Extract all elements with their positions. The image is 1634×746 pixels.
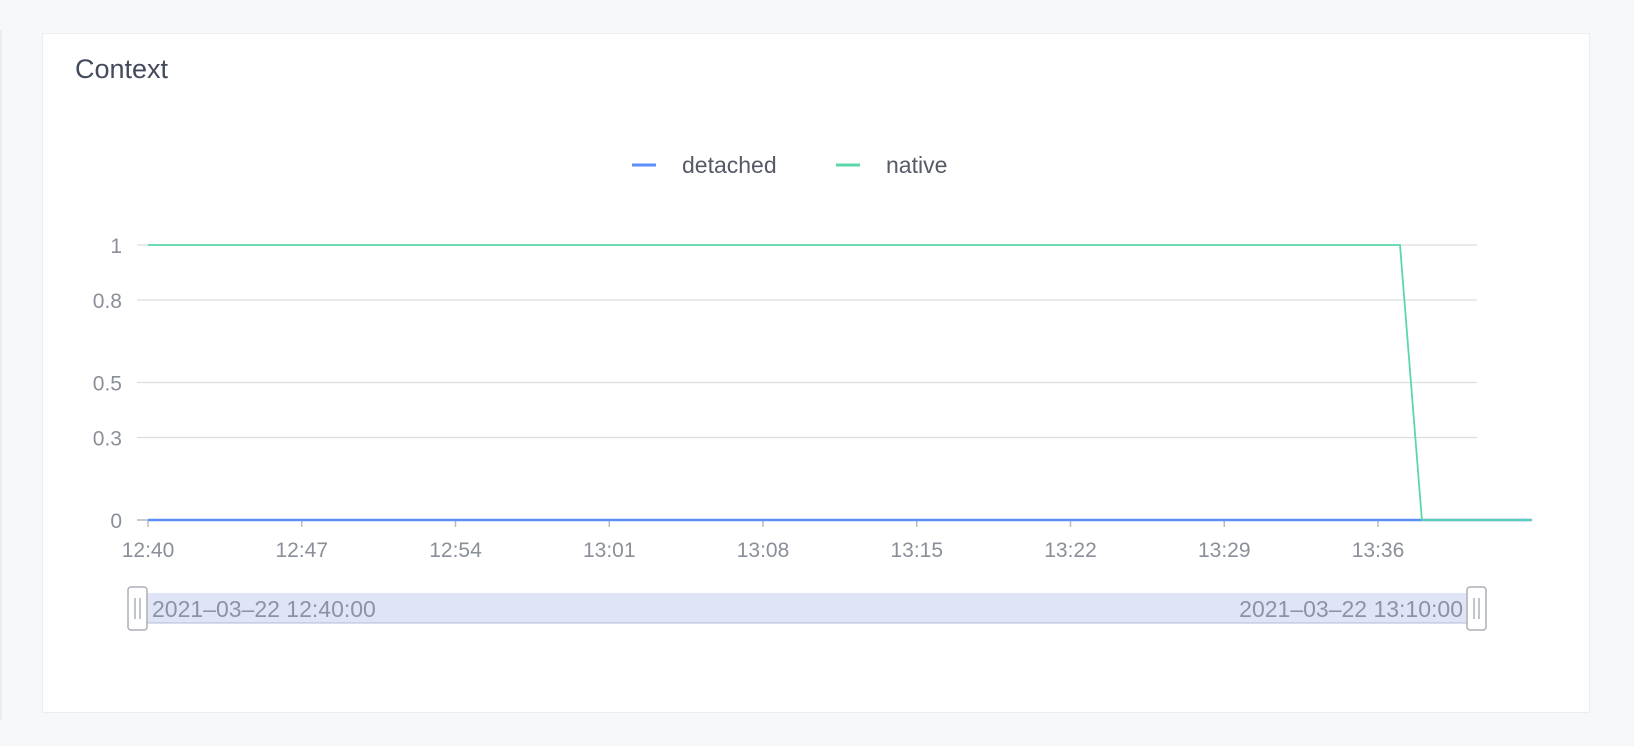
y-tick-label: 0.3: [93, 428, 122, 451]
legend-item-native[interactable]: native: [836, 152, 947, 178]
x-axis: 12:40 12:47 12:54 13:01 13:08 13:15 13:22 13:29…: [122, 519, 1477, 562]
y-tick-label: 0: [110, 510, 122, 533]
grid: [137, 244, 1477, 521]
x-tick-label: 13:22: [1044, 539, 1097, 562]
zoom-right-handle[interactable]: [1466, 586, 1487, 631]
legend: detached native: [632, 152, 947, 178]
y-axis: 0 0.3 0.5 0.8 1: [93, 235, 122, 533]
x-tick-label: 13:01: [583, 539, 636, 562]
x-tick-label: 12:54: [429, 539, 482, 562]
grip-handle-icon: [127, 586, 148, 631]
zoom-start-label: 2021–03–22 12:40:00: [152, 596, 376, 622]
line-chart: detached native 00.30.50.81 12:40 12:47 12…: [93, 152, 1532, 631]
x-tick-label: 13:08: [737, 539, 790, 562]
y-tick-label: 0.5: [93, 373, 122, 396]
zoom-left-handle[interactable]: [127, 586, 148, 631]
x-tick-label: 13:29: [1198, 539, 1251, 562]
legend-label-detached: detached: [682, 152, 777, 178]
y-tick-label: 1: [110, 235, 122, 258]
x-tick-label: 12:40: [122, 539, 175, 562]
y-tick-label: 0.8: [93, 290, 122, 313]
legend-label-native: native: [886, 152, 947, 178]
zoom-slider[interactable]: 2021–03–22 12:40:00 2021–03–22 13:10:00: [127, 586, 1487, 631]
x-tick-label: 12:47: [275, 539, 328, 562]
x-tick-label: 13:36: [1352, 539, 1405, 562]
zoom-end-label: 2021–03–22 13:10:00: [1239, 596, 1463, 622]
x-tick-label: 13:15: [890, 539, 943, 562]
grip-handle-icon: [1466, 586, 1487, 631]
legend-item-detached[interactable]: detached: [632, 152, 777, 178]
